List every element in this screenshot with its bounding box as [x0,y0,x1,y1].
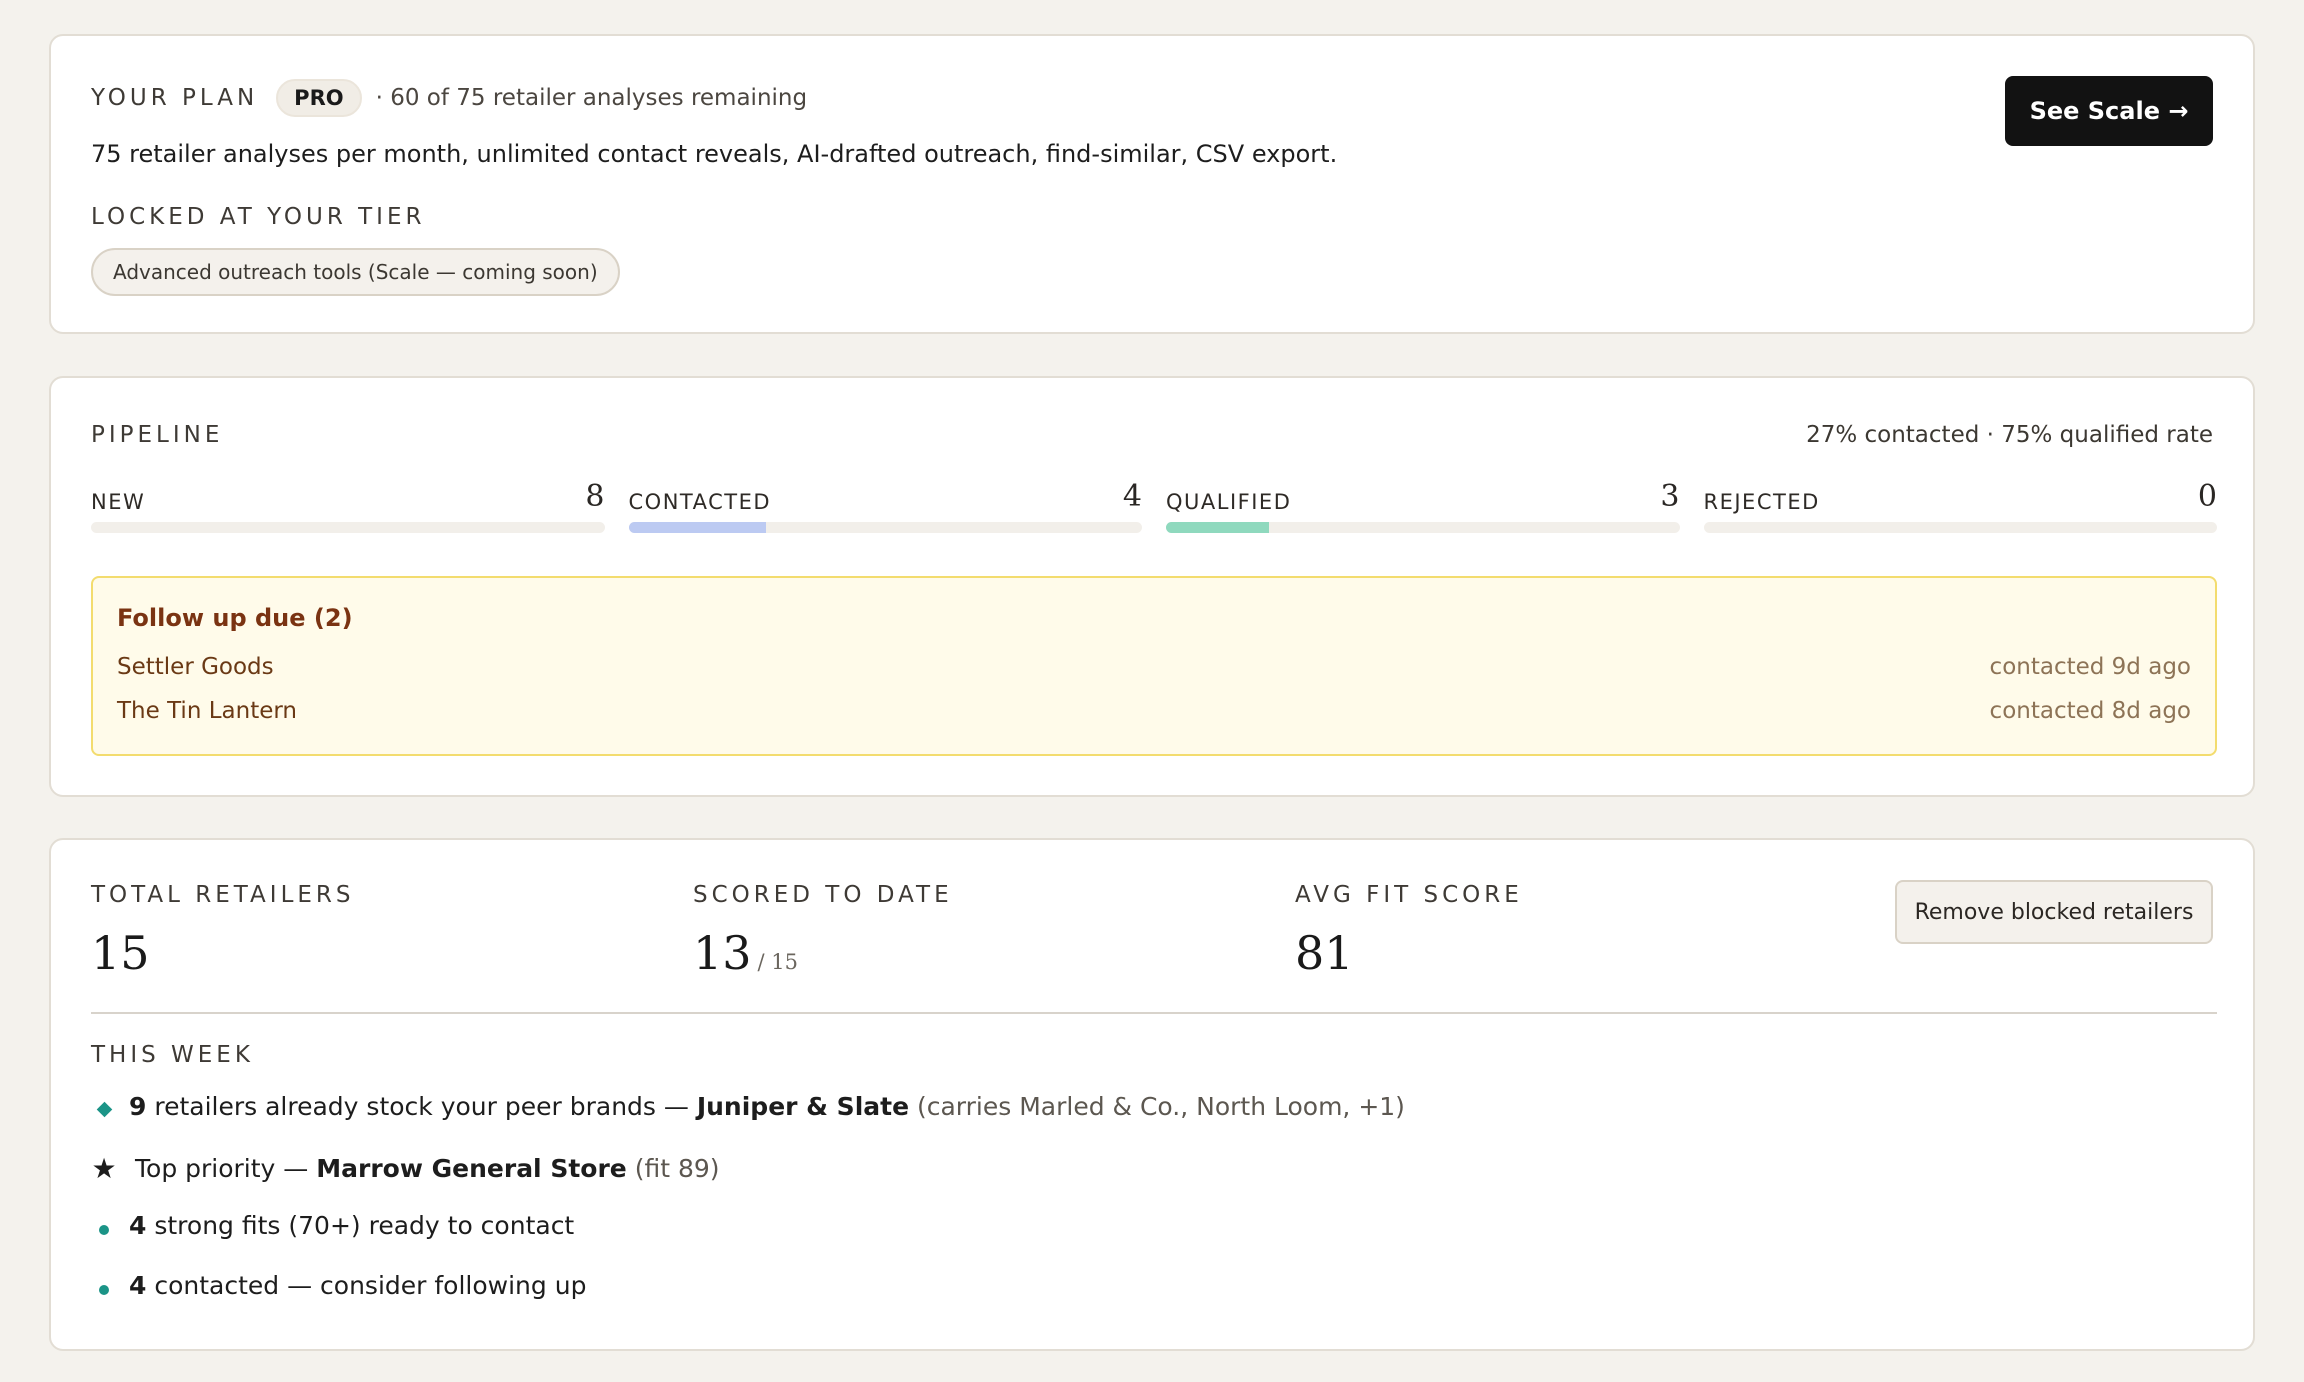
stats-card: TOTAL RETAILERS 15 SCORED TO DATE 13/ 15… [49,838,2255,1351]
stage-progress-fill [1166,522,1269,533]
stage-contacted[interactable]: CONTACTED 4 [628,479,1142,533]
followup-item[interactable]: Settler Goods contacted 9d ago [117,654,2191,680]
star-icon: ★ [91,1152,117,1185]
followup-item[interactable]: The Tin Lantern contacted 8d ago [117,698,2191,724]
stat-value: 81 [1295,926,1354,980]
week-item-strong-fits: 4 strong fits (70+) ready to contact [91,1211,574,1240]
followup-title: Follow up due (2) [117,604,353,632]
week-item-top-priority: ★ Top priority — Marrow General Store (f… [91,1152,720,1185]
followup-contacted-ago: contacted 8d ago [1989,698,2191,724]
divider [91,1012,2217,1014]
week-item-brand[interactable]: Juniper & Slate [697,1092,909,1121]
diamond-icon [91,1098,117,1118]
stat-label: AVG FIT SCORE [1295,882,1523,908]
week-item-peer-brands: 9 retailers already stock your peer bran… [91,1092,1405,1121]
stat-total-retailers: TOTAL RETAILERS 15 [91,882,355,980]
stage-rejected[interactable]: REJECTED 0 [1703,479,2217,533]
week-item-followups: 4 contacted — consider following up [91,1271,586,1300]
stage-progress-fill [628,522,766,533]
stage-qualified[interactable]: QUALIFIED 3 [1166,479,1680,533]
pipeline-rates: 27% contacted · 75% qualified rate [1806,422,2213,448]
see-scale-button[interactable]: See Scale → [2005,76,2213,146]
stage-label: QUALIFIED [1166,490,1292,514]
plan-header: YOUR PLAN PRO · 60 of 75 retailer analys… [91,76,807,120]
week-item-count: 4 [129,1211,147,1240]
stage-count: 3 [1660,479,1680,514]
week-item-count: 4 [129,1271,147,1300]
stage-new[interactable]: NEW 8 [91,479,605,533]
stage-label: CONTACTED [628,490,772,514]
plan-badge: PRO [276,79,362,117]
stage-progress-track [91,522,605,533]
pipeline-title: PIPELINE [91,422,224,448]
week-item-text: retailers already stock your peer brands… [146,1092,697,1121]
stat-value: 15 [91,926,150,980]
stage-count: 0 [2197,479,2217,514]
dot-icon [91,1217,117,1235]
stage-label: REJECTED [1703,490,1820,514]
week-item-note: (fit 89) [626,1154,720,1183]
locked-title: LOCKED AT YOUR TIER [91,204,426,230]
followup-panel: Follow up due (2) Settler Goods contacte… [91,576,2217,756]
this-week-title: THIS WEEK [91,1042,254,1068]
followup-contacted-ago: contacted 9d ago [1989,654,2191,680]
stat-label: SCORED TO DATE [693,882,953,908]
followup-retailer-name[interactable]: The Tin Lantern [117,698,297,724]
stat-value-wrap: 13/ 15 [693,926,953,980]
stage-progress-track [1166,522,1680,533]
stat-avg-fit-score: AVG FIT SCORE 81 [1295,882,1523,980]
week-item-count: 9 [129,1092,147,1121]
pipeline-card: PIPELINE 27% contacted · 75% qualified r… [49,376,2255,797]
stat-scored-to-date: SCORED TO DATE 13/ 15 [693,882,953,980]
stage-label: NEW [91,490,146,514]
plan-card: YOUR PLAN PRO · 60 of 75 retailer analys… [49,34,2255,334]
remove-blocked-retailers-button[interactable]: Remove blocked retailers [1895,880,2213,944]
week-item-store[interactable]: Marrow General Store [316,1154,627,1183]
plan-description: 75 retailer analyses per month, unlimite… [91,140,1338,168]
stat-label: TOTAL RETAILERS [91,882,355,908]
pipeline-stages: NEW 8 CONTACTED 4 QUALIFIED 3 REJECTED 0 [91,479,2217,533]
week-item-text: strong fits (70+) ready to contact [146,1211,575,1240]
week-item-note: (carries Marled & Co., North Loom, +1) [909,1092,1405,1121]
stage-progress-track [1703,522,2217,533]
stage-count: 8 [585,479,605,514]
stage-progress-track [628,522,1142,533]
stage-count: 4 [1122,479,1142,514]
week-item-text: Top priority — [135,1154,317,1183]
stat-subvalue: / 15 [757,950,799,974]
plan-title: YOUR PLAN [91,85,259,111]
locked-feature-chip: Advanced outreach tools (Scale — coming … [91,248,620,296]
stat-value: 13 [693,926,752,980]
dot-icon [91,1277,117,1295]
week-item-text: contacted — consider following up [146,1271,587,1300]
plan-remaining: · 60 of 75 retailer analyses remaining [375,85,808,111]
followup-retailer-name[interactable]: Settler Goods [117,654,274,680]
